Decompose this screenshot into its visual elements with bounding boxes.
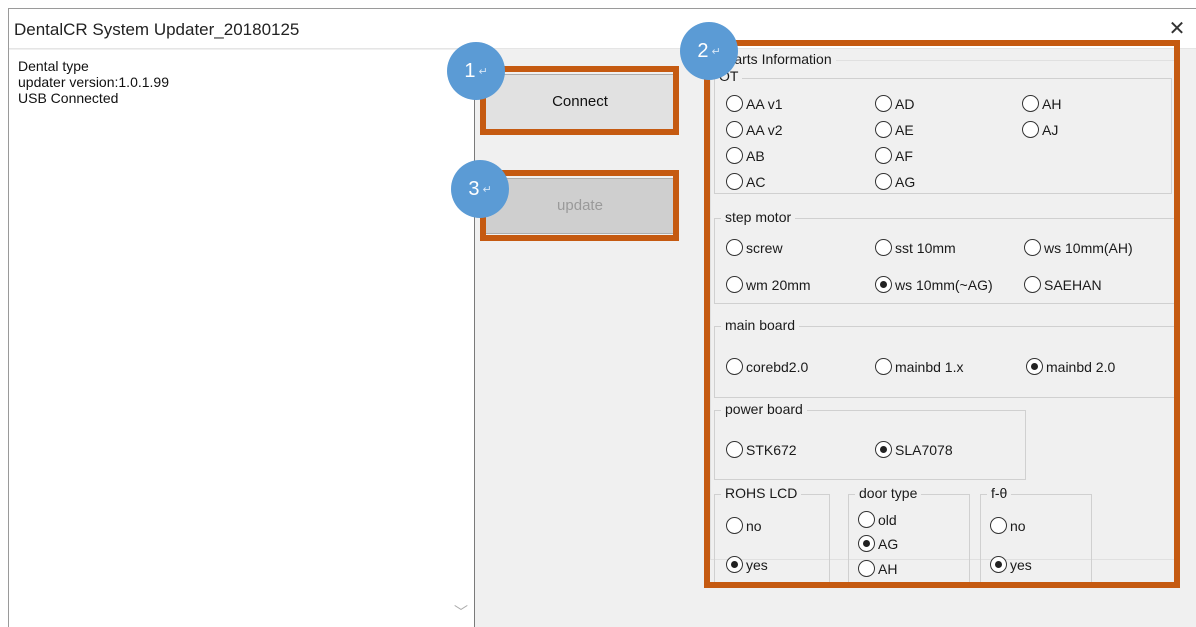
return-arrow-icon: ↵ xyxy=(482,183,492,196)
log-line: USB Connected xyxy=(18,90,119,106)
window-title: DentalCR System Updater_20180125 xyxy=(14,20,300,39)
log-line: updater version:1.0.1.99 xyxy=(18,74,169,90)
log-pane[interactable]: Dental type updater version:1.0.1.99 USB… xyxy=(9,50,475,627)
return-arrow-icon: ↵ xyxy=(478,65,488,78)
callout-badge-1: 1 ↵ xyxy=(447,42,505,100)
callout-badge-2: 2 ↵ xyxy=(680,22,738,80)
chevron-down-icon[interactable]: ﹀ xyxy=(454,602,468,622)
callout-number: 2 xyxy=(697,40,709,62)
callout-number: 3 xyxy=(468,178,480,200)
close-icon[interactable]: ✕ xyxy=(1166,18,1188,40)
highlight-box-update xyxy=(480,170,679,241)
log-line: Dental type xyxy=(18,58,89,74)
callout-number: 1 xyxy=(464,60,476,82)
highlight-box-connect xyxy=(480,66,679,135)
callout-badge-3: 3 ↵ xyxy=(451,160,509,218)
highlight-box-parts xyxy=(704,40,1180,588)
return-arrow-icon: ↵ xyxy=(711,45,721,58)
